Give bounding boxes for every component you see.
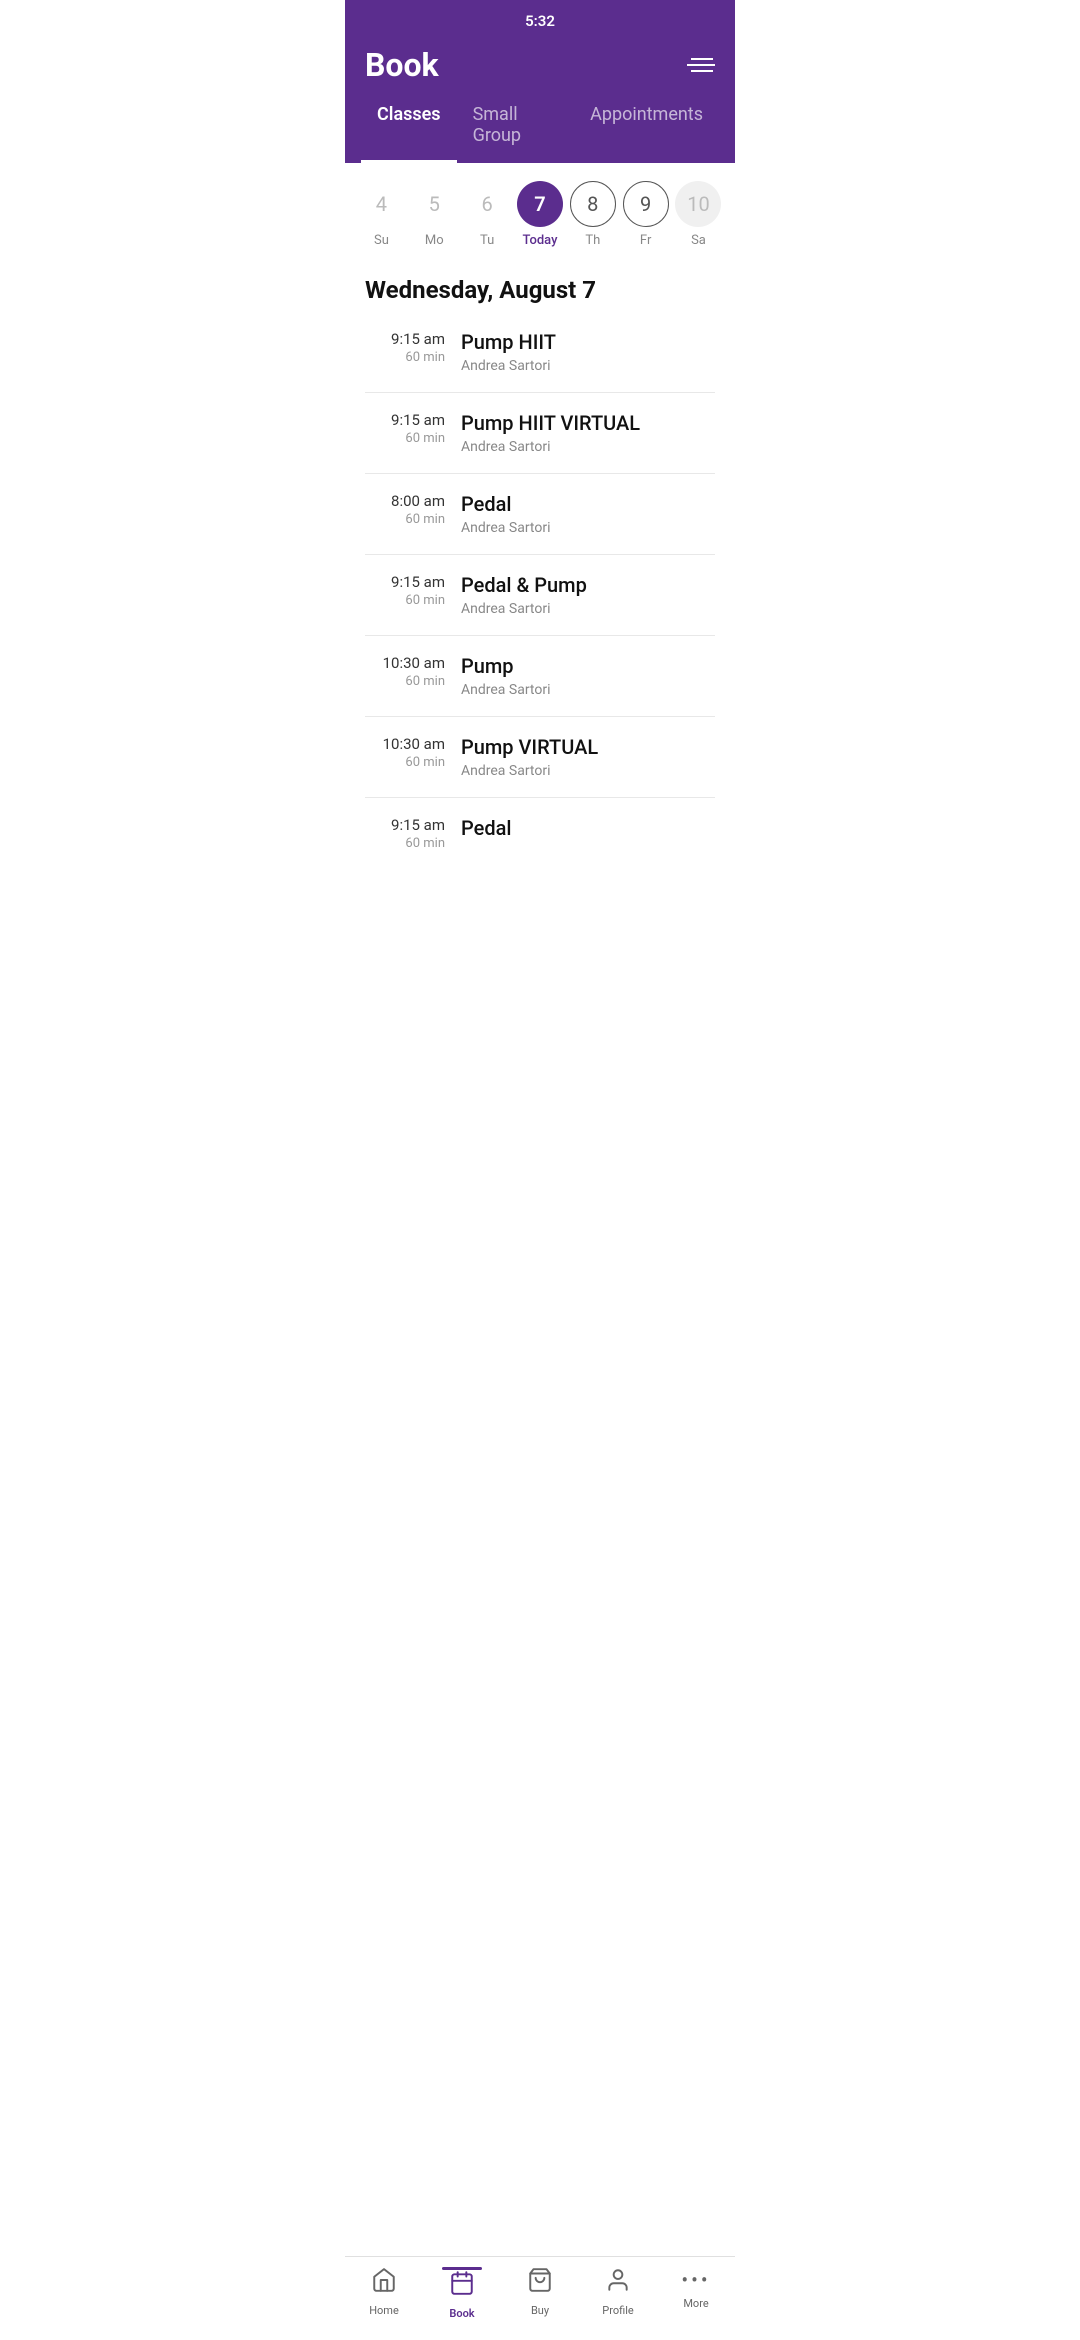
class-info: Pedal Andrea Sartori	[461, 492, 715, 536]
nav-more[interactable]: ••• More	[666, 2267, 726, 2320]
date-heading: Wednesday, August 7	[345, 258, 735, 312]
nav-profile[interactable]: Profile	[588, 2267, 648, 2320]
day-label: Sa	[691, 233, 706, 248]
nav-book[interactable]: Book	[432, 2267, 492, 2320]
class-info: Pump Andrea Sartori	[461, 654, 715, 698]
profile-icon	[605, 2267, 631, 2300]
nav-buy-label: Buy	[531, 2304, 549, 2317]
class-item[interactable]: 10:30 am 60 min Pump Andrea Sartori	[365, 636, 715, 717]
bottom-nav: Home Book Buy Profile ••• More	[345, 2256, 735, 2340]
calendar-day-4[interactable]: 4 Su	[358, 181, 404, 248]
class-item[interactable]: 9:15 am 60 min Pump HIIT VIRTUAL Andrea …	[365, 393, 715, 474]
day-number: 7	[517, 181, 563, 227]
class-item[interactable]: 9:15 am 60 min Pedal	[365, 798, 715, 869]
class-info: Pedal & Pump Andrea Sartori	[461, 573, 715, 617]
calendar-day-5[interactable]: 5 Mo	[411, 181, 457, 248]
day-label: Mo	[425, 233, 444, 248]
calendar-strip: 4 Su 5 Mo 6 Tu 7 Today 8 Th 9 Fr 10 Sa	[345, 163, 735, 258]
class-info: Pump HIIT VIRTUAL Andrea Sartori	[461, 411, 715, 455]
nav-home-label: Home	[369, 2304, 399, 2317]
header: Book	[345, 36, 735, 84]
class-item[interactable]: 9:15 am 60 min Pump HIIT Andrea Sartori	[365, 312, 715, 393]
calendar-day-8[interactable]: 8 Th	[570, 181, 616, 248]
calendar-day-6[interactable]: 6 Tu	[464, 181, 510, 248]
tab-small-group[interactable]: Small Group	[457, 98, 575, 163]
more-icon: •••	[681, 2267, 710, 2293]
tab-bar: Classes Small Group Appointments	[345, 84, 735, 163]
class-info: Pedal	[461, 816, 715, 840]
class-time-block: 9:15 am 60 min	[365, 816, 445, 851]
class-time-block: 10:30 am 60 min	[365, 654, 445, 689]
class-time-block: 8:00 am 60 min	[365, 492, 445, 527]
filter-button[interactable]	[687, 58, 715, 72]
calendar-day-7[interactable]: 7 Today	[517, 181, 563, 248]
nav-home[interactable]: Home	[354, 2267, 414, 2320]
tab-appointments[interactable]: Appointments	[574, 98, 719, 163]
calendar-day-9[interactable]: 9 Fr	[623, 181, 669, 248]
home-icon	[371, 2267, 397, 2300]
class-time-block: 9:15 am 60 min	[365, 573, 445, 608]
buy-icon	[527, 2267, 553, 2300]
nav-book-label: Book	[449, 2307, 474, 2320]
day-number: 4	[358, 181, 404, 227]
calendar-day-10[interactable]: 10 Sa	[675, 181, 721, 248]
class-item[interactable]: 8:00 am 60 min Pedal Andrea Sartori	[365, 474, 715, 555]
nav-profile-label: Profile	[602, 2304, 633, 2317]
nav-more-label: More	[683, 2297, 708, 2310]
class-time-block: 9:15 am 60 min	[365, 411, 445, 446]
status-time: 5:32	[525, 12, 555, 30]
day-number: 6	[464, 181, 510, 227]
day-label: Today	[522, 233, 557, 248]
day-label: Su	[374, 233, 389, 248]
class-info: Pump HIIT Andrea Sartori	[461, 330, 715, 374]
status-bar: 5:32	[345, 0, 735, 36]
class-time-block: 9:15 am 60 min	[365, 330, 445, 365]
class-info: Pump VIRTUAL Andrea Sartori	[461, 735, 715, 779]
day-number: 9	[623, 181, 669, 227]
page-title: Book	[365, 46, 439, 84]
day-number: 10	[675, 181, 721, 227]
tab-classes[interactable]: Classes	[361, 98, 457, 163]
day-number: 5	[411, 181, 457, 227]
day-label: Fr	[640, 233, 651, 248]
nav-buy[interactable]: Buy	[510, 2267, 570, 2320]
book-icon	[449, 2270, 475, 2303]
class-item[interactable]: 10:30 am 60 min Pump VIRTUAL Andrea Sart…	[365, 717, 715, 798]
class-list: 9:15 am 60 min Pump HIIT Andrea Sartori …	[345, 312, 735, 869]
day-label: Th	[585, 233, 600, 248]
day-number: 8	[570, 181, 616, 227]
day-label: Tu	[480, 233, 494, 248]
class-item[interactable]: 9:15 am 60 min Pedal & Pump Andrea Sarto…	[365, 555, 715, 636]
class-time-block: 10:30 am 60 min	[365, 735, 445, 770]
